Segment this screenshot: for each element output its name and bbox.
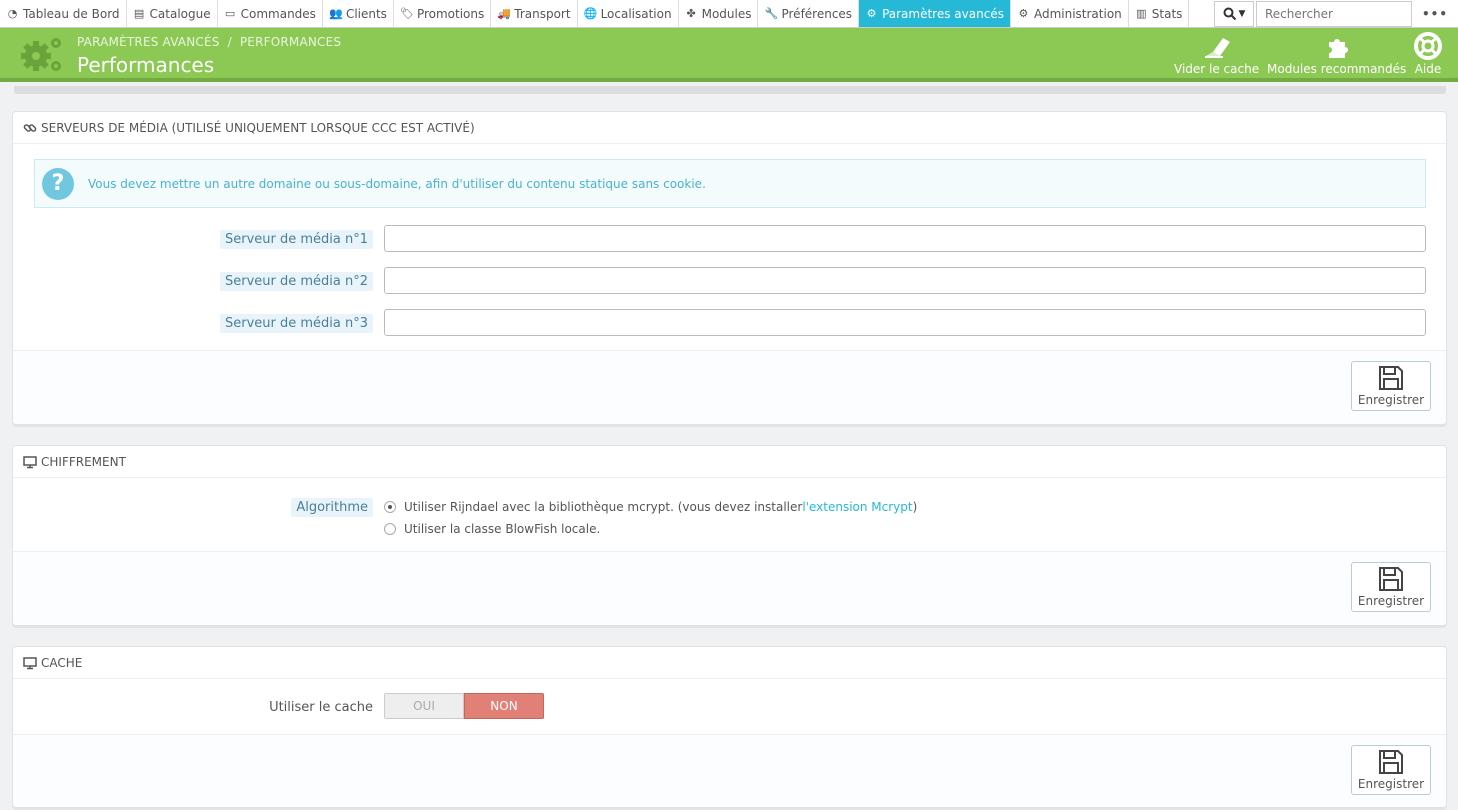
nav-item-customers[interactable]: 👥 Clients — [323, 0, 394, 27]
nav-item-shipping[interactable]: 🚚 Transport — [491, 0, 578, 27]
save-button[interactable]: Enregistrer — [1351, 562, 1431, 612]
cogs-icon: ⚙ — [866, 7, 877, 20]
previous-panel-edge — [14, 86, 1446, 94]
more-menu-button[interactable]: ••• — [1412, 1, 1458, 27]
help-button[interactable]: Aide — [1414, 32, 1442, 76]
bar-chart-icon: ▥ — [1136, 7, 1147, 20]
recommended-modules-button[interactable]: Modules recommandés — [1267, 32, 1406, 76]
eraser-icon — [1204, 38, 1230, 58]
globe-icon: 🌐 — [583, 7, 598, 20]
media-server-2-label: Serveur de média n°2 — [219, 272, 373, 291]
wrench-icon: 🔧 — [764, 7, 779, 20]
dashboard-icon: ◔ — [7, 7, 18, 20]
use-cache-label: Utiliser le cache — [269, 700, 373, 715]
media-server-1-input[interactable] — [384, 225, 1426, 252]
search-type-button[interactable]: ▼ — [1214, 1, 1254, 27]
breadcrumb-separator: / — [227, 35, 232, 49]
media-server-1-label: Serveur de média n°1 — [219, 230, 373, 249]
media-server-3-label: Serveur de média n°3 — [219, 314, 373, 333]
nav-item-modules[interactable]: ✤ Modules — [679, 0, 759, 27]
top-navigation: ◔ Tableau de Bord ▤ Catalogue ▭ Commande… — [0, 0, 1458, 28]
switch-option-yes[interactable]: OUI — [384, 693, 464, 719]
desktop-icon — [23, 455, 37, 468]
panel-footer: Enregistrer — [13, 350, 1446, 424]
puzzle-icon: ✤ — [686, 7, 696, 20]
search-area: ▼ ••• — [1214, 0, 1458, 28]
radio-button-selected[interactable] — [384, 501, 396, 513]
search-input[interactable] — [1256, 1, 1412, 27]
floppy-disk-icon — [1379, 366, 1403, 390]
algorithm-option-blowfish[interactable]: Utiliser la classe BlowFish locale. — [384, 522, 600, 536]
use-cache-switch[interactable]: OUI NON — [384, 693, 544, 719]
search-icon — [1223, 7, 1236, 21]
clear-cache-button[interactable]: Vider le cache — [1174, 32, 1259, 76]
breadcrumb: PARAMÈTRES AVANCÉS / PERFORMANCES — [77, 35, 341, 49]
media-server-3-input[interactable] — [384, 309, 1426, 336]
cipher-panel: CHIFFREMENT Algorithme Utiliser Rijndael… — [12, 445, 1447, 626]
media-servers-panel: SERVEURS DE MÉDIA (UTILISÉ UNIQUEMENT LO… — [12, 111, 1447, 425]
link-icon — [23, 123, 37, 132]
nav-item-catalog[interactable]: ▤ Catalogue — [127, 0, 218, 27]
algorithm-label: Algorithme — [291, 498, 373, 517]
info-alert: ? Vous devez mettre un autre domaine ou … — [34, 159, 1426, 208]
nav-item-stats[interactable]: ▥ Stats — [1129, 0, 1190, 27]
desktop-icon — [23, 656, 37, 669]
nav-item-advanced-parameters[interactable]: ⚙ Paramètres avancés — [859, 0, 1011, 27]
users-icon: 👥 — [328, 7, 343, 20]
breadcrumb-item[interactable]: PARAMÈTRES AVANCÉS — [77, 35, 220, 49]
panel-footer: Enregistrer — [13, 734, 1446, 807]
cache-panel: CACHE Utiliser le cache OUI NON Enregist… — [12, 646, 1447, 808]
algorithm-option-rijndael[interactable]: Utiliser Rijndael avec la bibliothèque m… — [384, 500, 917, 514]
tags-icon: 🏷 — [399, 7, 414, 20]
switch-option-no[interactable]: NON — [464, 693, 544, 719]
nav-item-administration[interactable]: ⚙ Administration — [1011, 0, 1129, 27]
media-server-2-input[interactable] — [384, 267, 1426, 294]
panel-footer: Enregistrer — [13, 551, 1446, 625]
radio-button[interactable] — [384, 523, 396, 535]
panel-heading: CHIFFREMENT — [13, 446, 1446, 478]
nav-item-promotions[interactable]: 🏷 Promotions — [394, 0, 492, 27]
page-title: Performances — [77, 53, 215, 77]
nav-item-localization[interactable]: 🌐 Localisation — [578, 0, 679, 27]
panel-heading: CACHE — [13, 647, 1446, 679]
nav-item-dashboard[interactable]: ◔ Tableau de Bord — [0, 0, 127, 27]
caret-down-icon: ▼ — [1238, 9, 1246, 19]
cog-icon: ⚙ — [1018, 7, 1029, 20]
puzzle-icon — [1328, 39, 1348, 58]
nav-item-orders[interactable]: ▭ Commandes — [218, 0, 323, 27]
mcrypt-extension-link[interactable]: l'extension Mcrypt — [802, 500, 912, 514]
book-icon: ▤ — [133, 7, 145, 20]
credit-card-icon: ▭ — [224, 7, 236, 20]
breadcrumb-item[interactable]: PERFORMANCES — [240, 35, 341, 49]
question-circle-icon: ? — [42, 167, 74, 200]
cogs-logo-icon — [21, 38, 61, 71]
truck-icon: 🚚 — [497, 7, 511, 20]
floppy-disk-icon — [1379, 567, 1403, 591]
lifebuoy-icon — [1414, 32, 1442, 60]
floppy-disk-icon — [1379, 750, 1403, 774]
page-header: PARAMÈTRES AVANCÉS / PERFORMANCES Performa… — [0, 28, 1458, 82]
save-button[interactable]: Enregistrer — [1351, 745, 1431, 795]
nav-item-preferences[interactable]: 🔧 Préférences — [758, 0, 860, 27]
panel-heading: SERVEURS DE MÉDIA (UTILISÉ UNIQUEMENT LO… — [13, 112, 1446, 144]
save-button[interactable]: Enregistrer — [1351, 361, 1431, 411]
